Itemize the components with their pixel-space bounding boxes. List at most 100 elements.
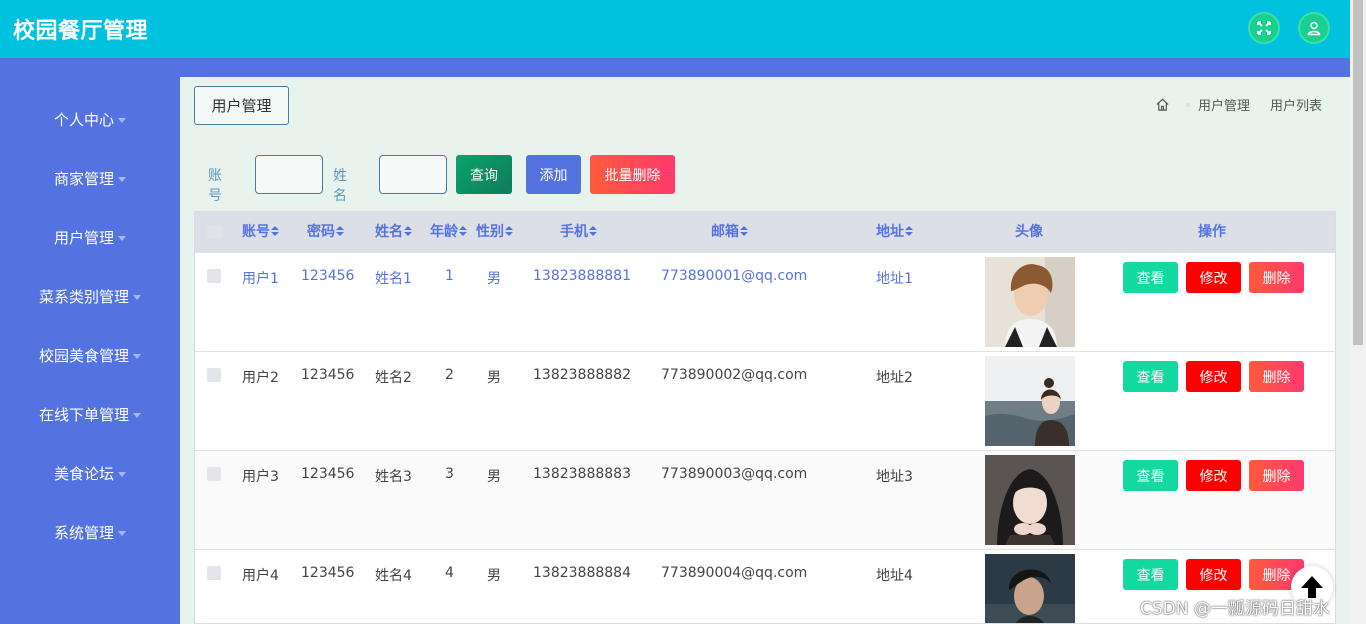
sidebar-item-user-management[interactable]: 用户管理 [0, 217, 180, 257]
row-checkbox[interactable] [207, 467, 221, 481]
caret-down-icon [133, 412, 141, 418]
cell-gender: 男 [487, 271, 501, 287]
cell-gender: 男 [487, 370, 501, 386]
caret-down-icon [118, 235, 126, 241]
batch-delete-button[interactable]: 批量删除 [590, 155, 675, 194]
cell-email: 773890002@qq.com [661, 367, 808, 383]
main-content: 用户管理 用户管理 用户列表 账号 姓名 查询 添加 批量删除 账号 密码 姓名… [180, 77, 1350, 624]
caret-down-icon [118, 530, 126, 536]
cell-age: 1 [445, 268, 454, 284]
view-button[interactable]: 查看 [1123, 559, 1178, 590]
fullscreen-button[interactable] [1248, 12, 1280, 44]
page-tag[interactable]: 用户管理 [194, 86, 289, 125]
sidebar-item-label: 商家管理 [53, 169, 114, 188]
page-scrollbar[interactable] [1350, 0, 1366, 624]
cell-name: 姓名3 [375, 469, 412, 485]
cell-password: 123456 [301, 565, 355, 581]
cell-email: 773890003@qq.com [661, 466, 808, 482]
edit-button[interactable]: 修改 [1186, 559, 1241, 590]
caret-down-icon [118, 471, 126, 477]
row-checkbox[interactable] [207, 269, 221, 283]
account-label: 账号 [208, 168, 222, 204]
sidebar-item-cuisine-category-management[interactable]: 菜系类别管理 [0, 276, 180, 316]
cell-account: 用户4 [242, 568, 279, 584]
name-label: 姓名 [333, 168, 347, 204]
top-header: 校园餐厅管理 [0, 0, 1350, 58]
column-header-email[interactable]: 邮箱 [711, 212, 748, 252]
user-avatar-image [985, 257, 1075, 347]
cell-address: 地址1 [876, 271, 913, 287]
column-header-phone[interactable]: 手机 [560, 212, 597, 252]
cell-address: 地址3 [876, 469, 913, 485]
column-header-password[interactable]: 密码 [307, 212, 344, 252]
delete-button[interactable]: 删除 [1249, 460, 1304, 491]
sidebar-item-label: 美食论坛 [53, 464, 114, 483]
sort-icon[interactable] [336, 226, 344, 236]
view-button[interactable]: 查看 [1123, 262, 1178, 293]
edit-button[interactable]: 修改 [1186, 460, 1241, 491]
view-button[interactable]: 查看 [1123, 361, 1178, 392]
column-header-address[interactable]: 地址 [876, 212, 913, 252]
sort-icon[interactable] [404, 226, 412, 236]
sidebar-item-label: 校园美食管理 [38, 346, 129, 365]
edit-button[interactable]: 修改 [1186, 361, 1241, 392]
add-button[interactable]: 添加 [526, 155, 581, 194]
caret-down-icon [133, 353, 141, 359]
sidebar-item-merchant-management[interactable]: 商家管理 [0, 158, 180, 198]
cell-age: 4 [445, 565, 454, 581]
cell-password: 123456 [301, 268, 355, 284]
column-header-avatar: 头像 [1015, 224, 1043, 240]
cell-phone: 13823888883 [533, 466, 631, 482]
sidebar-item-label: 在线下单管理 [38, 405, 129, 424]
user-menu-button[interactable] [1298, 12, 1330, 44]
sort-icon[interactable] [271, 226, 279, 236]
select-all-checkbox[interactable] [207, 225, 221, 239]
home-icon[interactable] [1155, 97, 1170, 112]
delete-button[interactable]: 删除 [1249, 361, 1304, 392]
edit-button[interactable]: 修改 [1186, 262, 1241, 293]
sidebar: 个人中心 商家管理 用户管理 菜系类别管理 校园美食管理 在线下单管理 美食论坛… [0, 77, 180, 624]
avatar [985, 356, 1075, 446]
table-header: 账号 密码 姓名 年龄 性别 手机 邮箱 地址 头像 操作 [195, 212, 1335, 252]
row-checkbox[interactable] [207, 566, 221, 580]
name-input[interactable] [379, 155, 447, 194]
column-header-age[interactable]: 年龄 [430, 212, 467, 252]
cell-name: 姓名4 [375, 568, 412, 584]
cell-email: 773890001@qq.com [661, 268, 808, 284]
avatar [985, 455, 1075, 545]
sidebar-item-label: 用户管理 [53, 228, 114, 247]
cell-email: 773890004@qq.com [661, 565, 808, 581]
sort-icon[interactable] [505, 226, 513, 236]
cell-phone: 13823888881 [533, 268, 631, 284]
sidebar-item-campus-food-management[interactable]: 校园美食管理 [0, 335, 180, 375]
breadcrumb-item: 用户列表 [1269, 99, 1322, 114]
cell-account: 用户3 [242, 469, 279, 485]
sidebar-item-system-management[interactable]: 系统管理 [0, 512, 180, 552]
column-header-name[interactable]: 姓名 [375, 212, 412, 252]
sort-icon[interactable] [740, 226, 748, 236]
column-header-account[interactable]: 账号 [242, 212, 279, 252]
cell-phone: 13823888882 [533, 367, 631, 383]
sort-icon[interactable] [905, 226, 913, 236]
sidebar-item-food-forum[interactable]: 美食论坛 [0, 453, 180, 493]
cell-name: 姓名1 [375, 271, 412, 287]
sidebar-item-online-order-management[interactable]: 在线下单管理 [0, 394, 180, 434]
breadcrumb-separator [1185, 102, 1190, 107]
sort-icon[interactable] [459, 226, 467, 236]
column-header-gender[interactable]: 性别 [476, 212, 513, 252]
delete-button[interactable]: 删除 [1249, 262, 1304, 293]
row-checkbox[interactable] [207, 368, 221, 382]
table-row: 用户2 123456 姓名2 2 男 13823888882 773890002… [195, 351, 1335, 450]
table-row: 用户3 123456 姓名3 3 男 13823888883 773890003… [195, 450, 1335, 549]
cell-account: 用户2 [242, 370, 279, 386]
sidebar-item-personal-center[interactable]: 个人中心 [0, 99, 180, 139]
breadcrumb-item[interactable]: 用户管理 [1198, 95, 1250, 114]
view-button[interactable]: 查看 [1123, 460, 1178, 491]
query-button[interactable]: 查询 [456, 155, 512, 194]
sort-icon[interactable] [589, 226, 597, 236]
sidebar-item-label: 系统管理 [53, 523, 114, 542]
header-accent-bar [0, 58, 1350, 77]
table-row: 用户1 123456 姓名1 1 男 13823888881 773890001… [195, 252, 1335, 351]
scrollbar-thumb[interactable] [1353, 0, 1363, 345]
account-input[interactable] [255, 155, 323, 194]
